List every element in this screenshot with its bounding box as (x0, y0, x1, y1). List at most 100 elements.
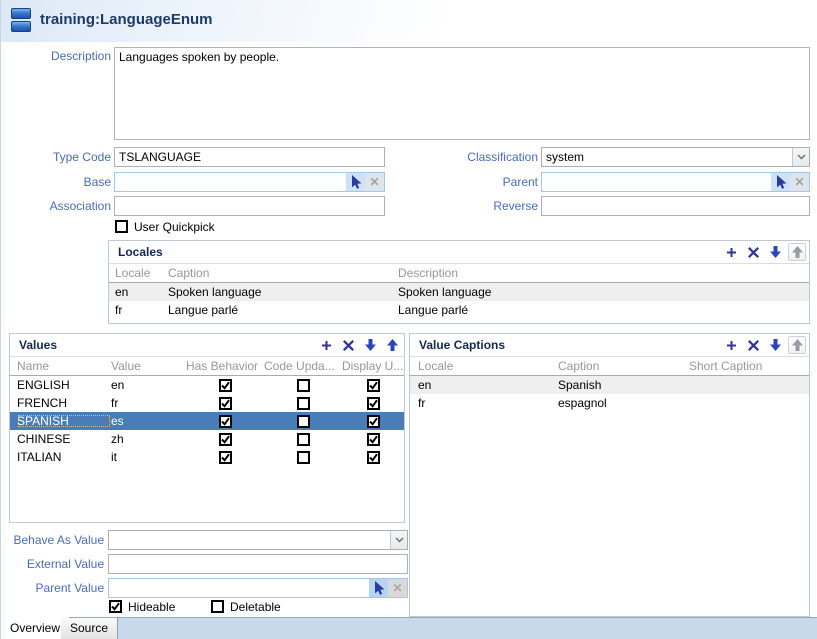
base-picker[interactable]: ✕ (114, 172, 385, 192)
has-behavior-checkbox[interactable] (219, 433, 232, 446)
cell-value: fr (111, 396, 186, 410)
description-input[interactable]: Languages spoken by people. (114, 47, 810, 140)
enum-editor-window: training:LanguageEnum Description Langua… (0, 0, 817, 639)
cell-name: FRENCH (17, 396, 111, 410)
cell-value: it (111, 450, 186, 464)
behave-as-value-label: Behave As Value (1, 530, 104, 550)
parent-value-label: Parent Value (1, 578, 104, 598)
classification-select[interactable]: system (541, 147, 810, 167)
add-icon[interactable] (317, 336, 335, 354)
clear-icon[interactable]: ✕ (365, 173, 384, 191)
add-icon[interactable] (722, 336, 740, 354)
delete-icon[interactable] (339, 336, 357, 354)
enum-type-icon (11, 8, 31, 32)
has-behavior-checkbox[interactable] (219, 379, 232, 392)
hideable-label: Hideable (128, 600, 175, 614)
base-label: Base (1, 172, 111, 192)
cell-caption: Spoken language (168, 285, 398, 299)
type-code-input[interactable]: TSLANGUAGE (114, 147, 385, 167)
col-name: Name (17, 359, 111, 373)
cell-caption: Spanish (558, 378, 689, 392)
display-update-checkbox[interactable] (367, 433, 380, 446)
move-up-icon[interactable] (383, 336, 401, 354)
parent-value-value (109, 579, 369, 597)
locales-panel: Locales Locale Caption Description en Sp… (108, 240, 810, 324)
col-short-caption: Short Caption (689, 359, 809, 373)
hideable-checkbox[interactable] (109, 600, 122, 613)
pick-arrow-icon[interactable] (369, 579, 388, 597)
type-code-label: Type Code (1, 147, 111, 167)
values-title: Values (19, 338, 57, 352)
has-behavior-checkbox[interactable] (219, 415, 232, 428)
classification-label: Classification (411, 147, 538, 167)
table-row-selected[interactable]: SPANISH es (10, 412, 404, 430)
code-update-checkbox[interactable] (297, 433, 310, 446)
table-row[interactable]: fr Langue parlé Langue parlé (109, 301, 809, 319)
col-code-update: Code Upda... (264, 359, 342, 373)
deletable-label: Deletable (230, 600, 281, 614)
association-input[interactable] (114, 196, 385, 216)
user-quickpick-checkbox[interactable] (115, 220, 128, 233)
delete-icon[interactable] (744, 336, 762, 354)
parent-value-picker[interactable]: ✕ (108, 578, 408, 598)
clear-icon[interactable]: ✕ (388, 579, 407, 597)
col-locale: Locale (418, 359, 558, 373)
base-value (115, 173, 346, 191)
deletable-checkbox[interactable] (211, 600, 224, 613)
cell-value: es (111, 414, 186, 428)
association-label: Association (1, 196, 111, 216)
table-row[interactable]: en Spanish (410, 376, 809, 394)
parent-label: Parent (411, 172, 538, 192)
editor-tab-bar: Overview Source (1, 617, 817, 639)
code-update-checkbox[interactable] (297, 379, 310, 392)
code-update-checkbox[interactable] (297, 451, 310, 464)
display-update-checkbox[interactable] (367, 415, 380, 428)
delete-icon[interactable] (744, 243, 762, 261)
table-row[interactable]: fr espagnol (410, 394, 809, 412)
has-behavior-checkbox[interactable] (219, 451, 232, 464)
pick-arrow-icon[interactable] (771, 173, 790, 191)
cell-locale: en (115, 285, 168, 299)
reverse-input[interactable] (541, 196, 810, 216)
table-row[interactable]: en Spoken language Spoken language (109, 283, 809, 301)
value-captions-panel: Value Captions Locale Caption Short Capt… (409, 333, 810, 617)
external-value-label: External Value (1, 554, 104, 574)
add-icon[interactable] (722, 243, 740, 261)
table-row[interactable]: FRENCH fr (10, 394, 404, 412)
clear-icon[interactable]: ✕ (790, 173, 809, 191)
code-update-checkbox[interactable] (297, 397, 310, 410)
move-down-icon[interactable] (361, 336, 379, 354)
table-row[interactable]: ITALIAN it (10, 448, 404, 466)
move-down-icon[interactable] (766, 243, 784, 261)
display-update-checkbox[interactable] (367, 379, 380, 392)
move-up-icon[interactable] (788, 243, 806, 261)
cell-description: Spoken language (398, 285, 809, 299)
cell-name: SPANISH (17, 414, 111, 428)
value-captions-title: Value Captions (419, 338, 505, 352)
move-down-icon[interactable] (766, 336, 784, 354)
chevron-down-icon[interactable] (792, 148, 809, 166)
code-update-checkbox[interactable] (297, 415, 310, 428)
display-update-checkbox[interactable] (367, 451, 380, 464)
chevron-down-icon[interactable] (390, 531, 407, 549)
parent-picker[interactable]: ✕ (541, 172, 810, 192)
tab-overview[interactable]: Overview (1, 617, 70, 639)
display-update-checkbox[interactable] (367, 397, 380, 410)
col-description: Description (398, 266, 809, 280)
table-row[interactable]: ENGLISH en (10, 376, 404, 394)
col-has-behavior: Has Behavior (186, 359, 264, 373)
tab-source[interactable]: Source (61, 618, 118, 639)
external-value-input[interactable] (108, 554, 408, 574)
behave-as-value-value (109, 531, 390, 549)
pick-arrow-icon[interactable] (346, 173, 365, 191)
move-up-icon[interactable] (788, 336, 806, 354)
cell-caption: Langue parlé (168, 303, 398, 317)
has-behavior-checkbox[interactable] (219, 397, 232, 410)
classification-value: system (542, 148, 792, 166)
editor-header: training:LanguageEnum (1, 0, 817, 42)
table-row[interactable]: CHINESE zh (10, 430, 404, 448)
col-locale: Locale (115, 266, 168, 280)
col-caption: Caption (558, 359, 689, 373)
cell-value: zh (111, 432, 186, 446)
behave-as-value-select[interactable] (108, 530, 408, 550)
